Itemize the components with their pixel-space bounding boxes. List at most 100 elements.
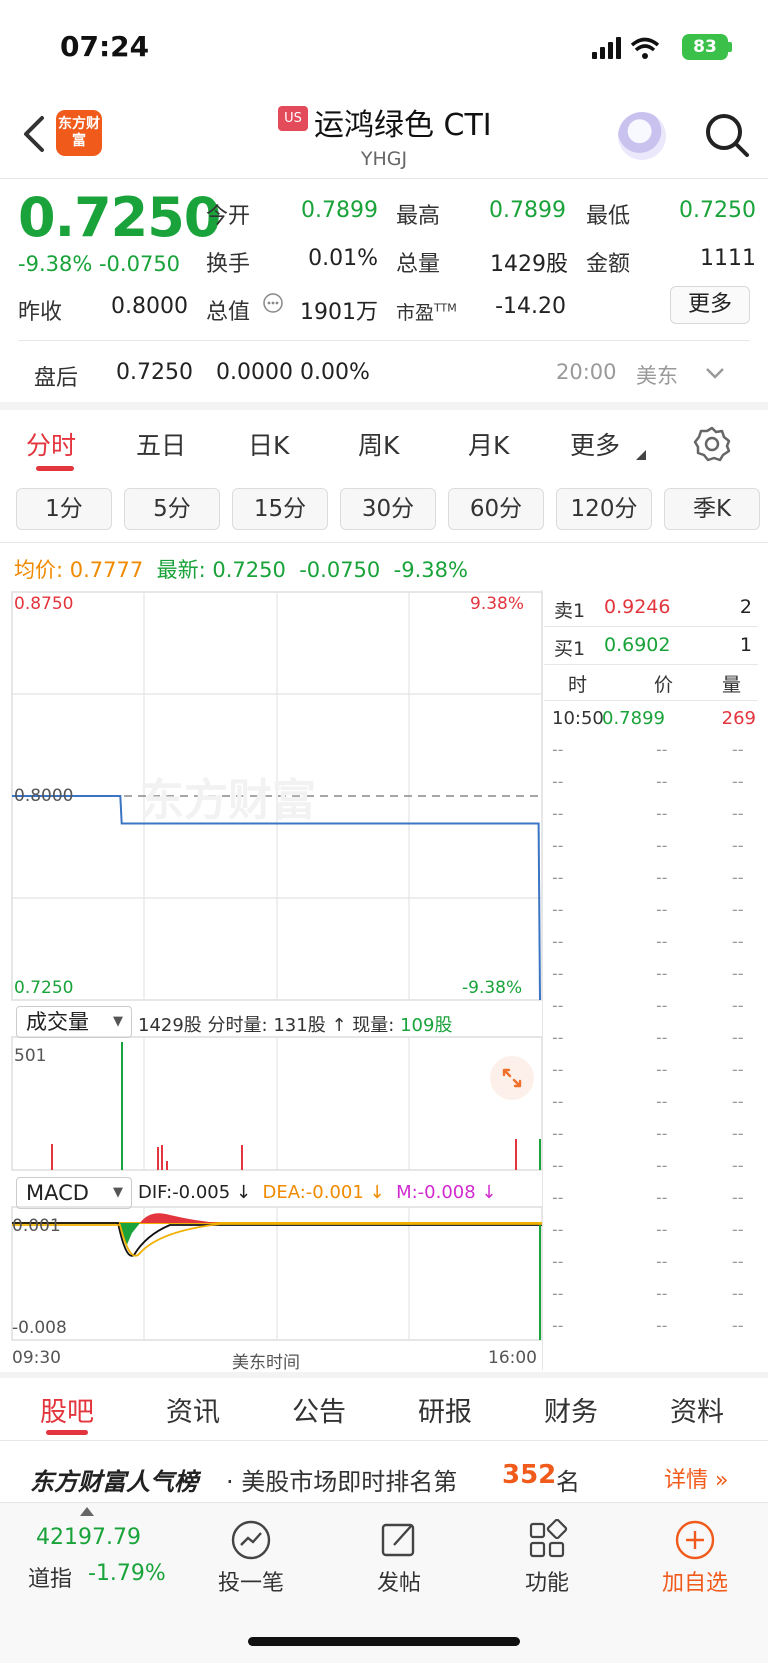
prev-close-label: 昨收 bbox=[18, 300, 63, 325]
trade-placeholder: -- bbox=[732, 900, 744, 919]
prev-close-value: 0.8000 bbox=[111, 294, 188, 319]
fen-volume-value: 131股 bbox=[273, 1015, 326, 1036]
watermark: 东方财富 bbox=[140, 775, 316, 826]
after-hours-price: 0.7250 bbox=[116, 360, 193, 385]
y-axis-mid: 0.8000 bbox=[14, 786, 74, 806]
trades-header-price: 价 bbox=[654, 674, 674, 696]
trade-placeholder: -- bbox=[732, 1156, 744, 1175]
trade-placeholder: -- bbox=[732, 1060, 744, 1079]
popularity-rank-bar[interactable]: 东方财富人气榜 · 美股市场即时排名第 352 名 详情 » bbox=[0, 1448, 768, 1504]
intraday-chart[interactable]: 东方财富 bbox=[0, 585, 542, 1360]
trade-placeholder: -- bbox=[732, 1188, 744, 1207]
more-button[interactable]: 更多 bbox=[670, 286, 750, 324]
battery-tip bbox=[728, 42, 732, 52]
macd-dif: DIF:-0.005 bbox=[138, 1182, 231, 1203]
trade-placeholder: -- bbox=[656, 996, 668, 1015]
tab-five-day[interactable]: 五日 bbox=[136, 426, 186, 462]
tab-daily-k[interactable]: 日K bbox=[248, 426, 289, 462]
trade-placeholder: -- bbox=[552, 1284, 564, 1303]
x-axis-mid: 美东时间 bbox=[232, 1353, 300, 1373]
nav-add-watchlist[interactable]: 加自选 bbox=[640, 1519, 750, 1597]
nav-post-label: 发帖 bbox=[376, 1571, 421, 1596]
add-circle-icon bbox=[675, 1520, 715, 1560]
arrow-up-icon: ↑ bbox=[331, 1015, 347, 1036]
buy1-qty: 1 bbox=[739, 634, 752, 656]
tab-profile[interactable]: 资料 bbox=[670, 1390, 724, 1429]
tab-monthly-k[interactable]: 月K bbox=[468, 426, 509, 462]
pe-value: -14.20 bbox=[495, 294, 566, 319]
trade-placeholder: -- bbox=[732, 804, 744, 823]
tab-announcements[interactable]: 公告 bbox=[292, 1390, 346, 1429]
expand-icon[interactable] bbox=[490, 1056, 534, 1100]
trade-placeholder: -- bbox=[656, 932, 668, 951]
high-value: 0.7899 bbox=[489, 198, 566, 223]
trade-placeholder: -- bbox=[656, 1316, 668, 1335]
rank-brand: 东方财富人气榜 bbox=[30, 1468, 198, 1496]
trade-placeholder: -- bbox=[732, 740, 744, 759]
corner-triangle-icon bbox=[636, 450, 646, 460]
after-hours-row[interactable]: 盘后 0.7250 0.0000 0.00% 20:00 美东 bbox=[0, 346, 768, 402]
nav-functions[interactable]: 功能 bbox=[492, 1518, 602, 1597]
market-cap-value: 1901万 bbox=[300, 300, 378, 325]
ktab-quarter[interactable]: 季K bbox=[664, 488, 760, 530]
nav-invest[interactable]: 投一笔 bbox=[196, 1519, 306, 1597]
index-name[interactable]: 道指 bbox=[28, 1561, 72, 1593]
tab-weekly-k[interactable]: 周K bbox=[358, 426, 399, 462]
tab-research[interactable]: 研报 bbox=[418, 1390, 472, 1429]
latest-pct: -9.38% bbox=[393, 558, 468, 582]
trade-placeholder: -- bbox=[552, 1220, 564, 1239]
turnover-label: 换手 bbox=[206, 252, 251, 277]
macd-info: DIF:-0.005 ↓ DEA:-0.001 ↓ M:-0.008 ↓ bbox=[138, 1182, 497, 1203]
tab-more[interactable]: 更多 bbox=[570, 426, 620, 462]
tab-financials[interactable]: 财务 bbox=[544, 1390, 598, 1429]
trade-placeholder: -- bbox=[552, 996, 564, 1015]
change-pct: -9.38% bbox=[18, 252, 93, 276]
trade-placeholder: -- bbox=[656, 1220, 668, 1239]
tab-news[interactable]: 资讯 bbox=[166, 1390, 220, 1429]
volume-label: 总量 bbox=[396, 252, 441, 277]
nav-functions-label: 功能 bbox=[524, 1571, 569, 1596]
index-value[interactable]: 42197.79 bbox=[36, 1525, 141, 1550]
rank-detail-link[interactable]: 详情 » bbox=[664, 1462, 728, 1494]
trade-placeholder: -- bbox=[552, 1156, 564, 1175]
sell1-label: 卖1 bbox=[554, 600, 586, 622]
stock-name: 运鸿绿色 CTI bbox=[314, 108, 492, 143]
macd-histogram-positive bbox=[140, 1213, 220, 1223]
kline-divider bbox=[0, 542, 768, 543]
now-volume-value: 109股 bbox=[400, 1015, 453, 1036]
turnover-value: 0.01% bbox=[308, 246, 378, 271]
ktab-1min[interactable]: 1分 bbox=[16, 488, 112, 530]
ktab-30min[interactable]: 30分 bbox=[340, 488, 436, 530]
open-value: 0.7899 bbox=[301, 198, 378, 223]
macd-selector[interactable]: MACD ▼ bbox=[16, 1177, 132, 1209]
market-cap-label: 总值 bbox=[206, 300, 251, 325]
after-hours-change: 0.0000 bbox=[216, 360, 293, 385]
trade-placeholder: -- bbox=[552, 900, 564, 919]
index-pct[interactable]: -1.79% bbox=[88, 1561, 166, 1586]
macd-y-top: 0.001 bbox=[12, 1216, 61, 1236]
after-hours-pct: 0.00% bbox=[300, 360, 370, 385]
amount-value: 1111 bbox=[700, 246, 756, 271]
market-badge: US bbox=[278, 106, 308, 131]
tab-guba[interactable]: 股吧 bbox=[40, 1390, 94, 1429]
ktab-120min[interactable]: 120分 bbox=[556, 488, 652, 530]
rank-number: 352 bbox=[502, 1460, 557, 1490]
trade-placeholder: -- bbox=[552, 1188, 564, 1207]
nav-post[interactable]: 发帖 bbox=[344, 1519, 454, 1597]
trade-placeholder: -- bbox=[656, 1092, 668, 1111]
after-hours-label: 盘后 bbox=[34, 366, 79, 391]
macd-y-bottom: -0.008 bbox=[12, 1318, 67, 1338]
trade-placeholder: -- bbox=[656, 1156, 668, 1175]
grid-icon bbox=[529, 1518, 568, 1558]
trade-placeholder: -- bbox=[732, 964, 744, 983]
assistant-avatar[interactable] bbox=[618, 112, 666, 160]
ktab-15min[interactable]: 15分 bbox=[232, 488, 328, 530]
ktab-5min[interactable]: 5分 bbox=[124, 488, 220, 530]
ktab-60min[interactable]: 60分 bbox=[448, 488, 544, 530]
info-icon[interactable] bbox=[262, 292, 284, 314]
search-icon[interactable] bbox=[702, 110, 752, 160]
volume-selector[interactable]: 成交量 ▼ bbox=[16, 1006, 132, 1038]
high-label: 最高 bbox=[396, 204, 441, 229]
tab-intraday[interactable]: 分时 bbox=[26, 426, 76, 462]
gear-icon[interactable] bbox=[692, 424, 732, 464]
